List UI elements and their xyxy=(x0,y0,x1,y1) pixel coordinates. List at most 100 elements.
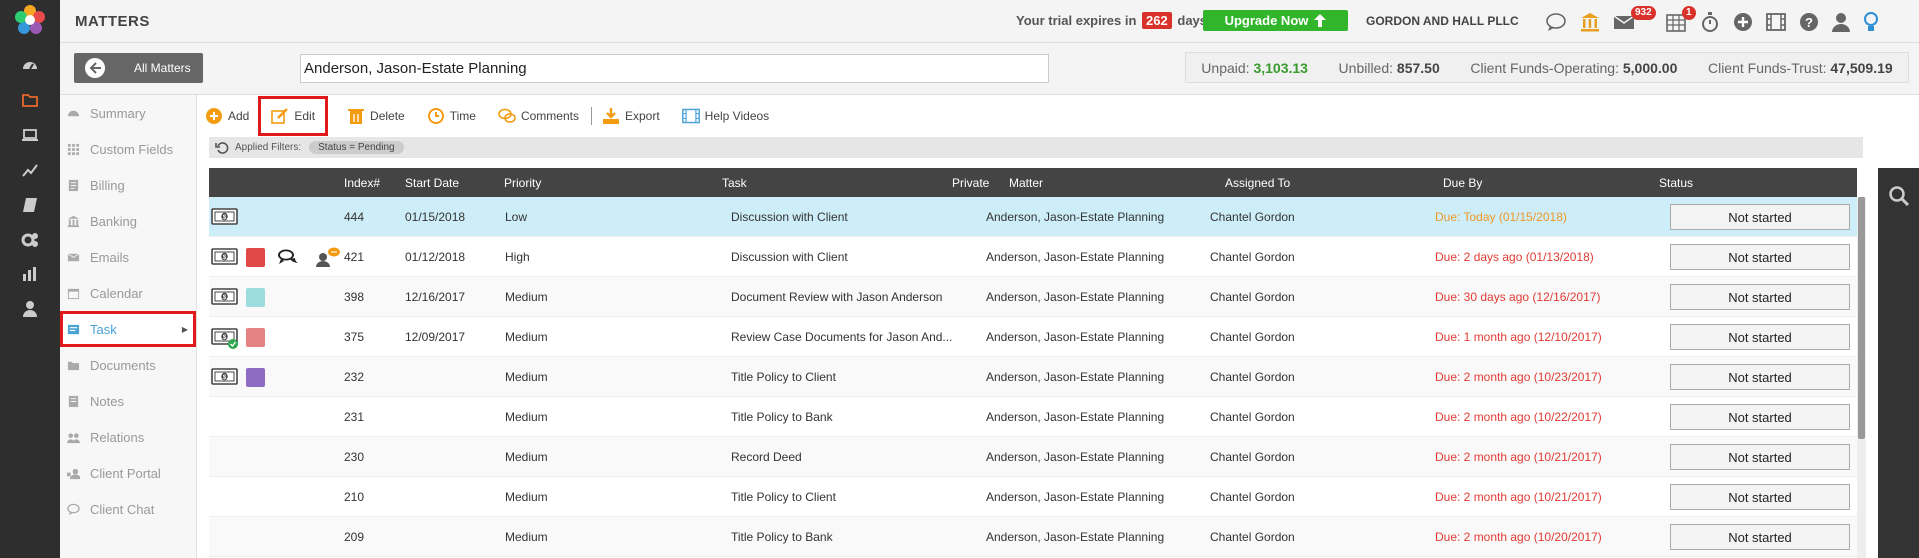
cell-matter[interactable]: Anderson, Jason-Estate Planning xyxy=(986,290,1164,304)
cell-matter[interactable]: Anderson, Jason-Estate Planning xyxy=(986,330,1164,344)
dashboard-icon[interactable] xyxy=(18,53,42,77)
cell-task[interactable]: Discussion with Client xyxy=(731,250,848,264)
col-assigned-to[interactable]: Assigned To xyxy=(1225,176,1290,190)
sidebar-item-calendar[interactable]: Calendar xyxy=(60,275,196,311)
upgrade-label: Upgrade Now xyxy=(1224,13,1309,28)
add-button[interactable]: Add xyxy=(205,100,249,132)
settings-icon[interactable] xyxy=(18,228,42,252)
lightbulb-icon[interactable] xyxy=(1858,9,1884,35)
user-comment-icon[interactable] xyxy=(315,246,341,268)
col-private[interactable]: Private xyxy=(952,176,989,190)
table-scrollbar[interactable] xyxy=(1857,197,1866,558)
cell-matter[interactable]: Anderson, Jason-Estate Planning xyxy=(986,490,1164,504)
time-button[interactable]: Time xyxy=(427,100,476,132)
sidebar-item-custom-fields[interactable]: Custom Fields xyxy=(60,131,196,167)
app-logo-icon[interactable] xyxy=(13,3,47,37)
sidebar-item-label: Emails xyxy=(90,249,130,265)
sidebar-item-relations[interactable]: Relations xyxy=(60,419,196,455)
laptop-icon[interactable] xyxy=(18,123,42,147)
cell-task[interactable]: Document Review with Jason Anderson xyxy=(731,290,942,304)
table-row[interactable]: $444 01/15/2018 Low Discussion with Client A… xyxy=(209,197,1857,237)
cell-task[interactable]: Title Policy to Bank xyxy=(731,410,833,424)
status-button[interactable]: Not started xyxy=(1670,404,1850,430)
help-icon[interactable]: ? xyxy=(1796,9,1822,35)
sidebar-item-notes[interactable]: Notes xyxy=(60,383,196,419)
cell-matter[interactable]: Anderson, Jason-Estate Planning xyxy=(986,210,1164,224)
sidebar-item-task[interactable]: Task ▶ xyxy=(60,311,196,347)
cell-task[interactable]: Record Deed xyxy=(731,450,802,464)
table-row[interactable]: $232 Medium Title Policy to Client Anderson… xyxy=(209,357,1857,397)
add-label: Add xyxy=(228,109,250,123)
status-button[interactable]: Not started xyxy=(1670,284,1850,310)
export-button[interactable]: Export xyxy=(602,100,660,132)
table-body: $444 01/15/2018 Low Discussion with Client A… xyxy=(209,197,1857,557)
upgrade-button[interactable]: Upgrade Now xyxy=(1203,10,1348,31)
sidebar-item-summary[interactable]: Summary xyxy=(60,95,196,131)
profile-icon[interactable] xyxy=(1828,9,1854,35)
status-button[interactable]: Not started xyxy=(1670,484,1850,510)
col-task[interactable]: Task xyxy=(722,176,747,190)
col-status[interactable]: Status xyxy=(1659,176,1693,190)
stopwatch-icon[interactable] xyxy=(1697,9,1723,35)
col-matter[interactable]: Matter xyxy=(1009,176,1043,190)
comments-button[interactable]: Comments xyxy=(498,100,579,132)
trust-label: Client Funds-Trust: xyxy=(1707,59,1827,76)
billing-icon xyxy=(66,178,80,192)
add-circle-icon[interactable] xyxy=(1730,9,1756,35)
sidebar-item-client-chat[interactable]: Client Chat xyxy=(60,491,196,527)
chart-line-icon[interactable] xyxy=(18,158,42,182)
cell-matter[interactable]: Anderson, Jason-Estate Planning xyxy=(986,410,1164,424)
matters-folder-icon[interactable] xyxy=(18,88,42,112)
status-button[interactable]: Not started xyxy=(1670,244,1850,270)
search-icon[interactable] xyxy=(1888,185,1910,207)
col-index[interactable]: Index# xyxy=(344,176,380,190)
sidebar-item-emails[interactable]: Emails xyxy=(60,239,196,275)
edit-label: Edit xyxy=(294,109,316,123)
status-button[interactable]: Not started xyxy=(1670,524,1850,550)
cell-task[interactable]: Title Policy to Bank xyxy=(731,530,833,544)
sidebar-item-client-portal[interactable]: Client Portal xyxy=(60,455,196,491)
cell-task[interactable]: Discussion with Client xyxy=(731,210,848,224)
help-videos-button[interactable]: Help Videos xyxy=(681,100,769,132)
all-matters-button[interactable]: All Matters xyxy=(74,53,203,83)
user-icon[interactable] xyxy=(18,297,42,321)
reports-icon[interactable] xyxy=(18,262,42,286)
filter-chip[interactable]: Status = Pending xyxy=(309,141,404,154)
status-button[interactable]: Not started xyxy=(1670,364,1850,390)
sidebar-item-banking[interactable]: Banking xyxy=(60,203,196,239)
table-row[interactable]: $421 01/12/2018 High Discussion with Client… xyxy=(209,237,1857,277)
col-start-date[interactable]: Start Date xyxy=(405,176,459,190)
film-icon[interactable] xyxy=(1763,9,1789,35)
book-icon[interactable] xyxy=(18,193,42,217)
cell-task[interactable]: Title Policy to Client xyxy=(731,370,836,384)
table-row[interactable]: 230 Medium Record Deed Anderson, Jason-Esta… xyxy=(209,437,1857,477)
sidebar-item-documents[interactable]: Documents xyxy=(60,347,196,383)
table-row[interactable]: 231 Medium Title Policy to Bank Anderson, J… xyxy=(209,397,1857,437)
status-button[interactable]: Not started xyxy=(1670,204,1850,230)
table-row[interactable]: $398 12/16/2017 Medium Document Review with… xyxy=(209,277,1857,317)
caret-right-icon: ▶ xyxy=(181,324,188,334)
bank-icon[interactable] xyxy=(1577,9,1603,35)
billable-money-icon: $ xyxy=(211,288,238,305)
reset-icon[interactable] xyxy=(215,141,229,155)
status-button[interactable]: Not started xyxy=(1670,444,1850,470)
cell-matter[interactable]: Anderson, Jason-Estate Planning xyxy=(986,530,1164,544)
cell-task[interactable]: Title Policy to Client xyxy=(731,490,836,504)
status-button[interactable]: Not started xyxy=(1670,324,1850,350)
table-row[interactable]: 210 Medium Title Policy to Client Anderson,… xyxy=(209,477,1857,517)
table-row[interactable]: $375 12/09/2017 Medium Review Case Document… xyxy=(209,317,1857,357)
cell-matter[interactable]: Anderson, Jason-Estate Planning xyxy=(986,370,1164,384)
comments-icon[interactable] xyxy=(277,248,299,266)
col-priority[interactable]: Priority xyxy=(504,176,541,190)
cell-task[interactable]: Review Case Documents for Jason And... xyxy=(731,330,952,344)
col-due-by[interactable]: Due By xyxy=(1443,176,1482,190)
matter-name-field[interactable] xyxy=(300,54,1049,83)
table-row[interactable]: 209 Medium Title Policy to Bank Anderson, J… xyxy=(209,517,1857,557)
messages-icon[interactable] xyxy=(1543,9,1569,35)
delete-button[interactable]: Delete xyxy=(347,100,405,132)
cell-matter[interactable]: Anderson, Jason-Estate Planning xyxy=(986,250,1164,264)
cell-matter[interactable]: Anderson, Jason-Estate Planning xyxy=(986,450,1164,464)
sidebar-item-billing[interactable]: Billing xyxy=(60,167,196,203)
edit-button[interactable]: Edit xyxy=(258,96,329,136)
scrollbar-thumb[interactable] xyxy=(1858,197,1865,439)
